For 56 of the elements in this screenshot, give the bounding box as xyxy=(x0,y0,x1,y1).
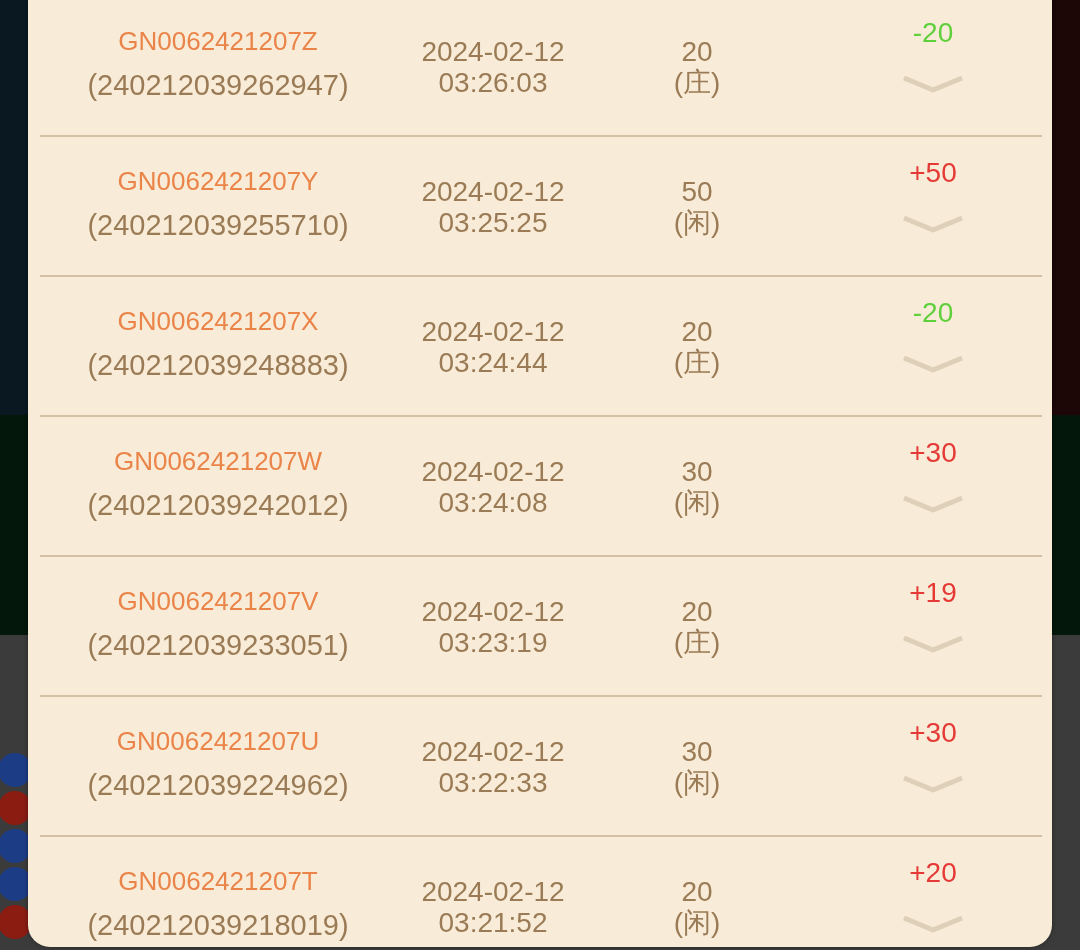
serial-number: (240212039242012) xyxy=(87,488,349,522)
bet-date: 2024-02-12 xyxy=(421,176,565,207)
order-number: GN0062421207Z xyxy=(118,25,318,58)
order-number: GN0062421207W xyxy=(113,445,323,478)
bet-amount: 30 xyxy=(681,456,713,487)
bet-date: 2024-02-12 xyxy=(421,36,565,67)
bet-side: (闲) xyxy=(673,487,721,518)
bet-time: 03:25:25 xyxy=(438,207,548,238)
serial-number: (240212039262947) xyxy=(87,68,349,102)
result-amount: +50 xyxy=(909,157,957,189)
bet-time: 03:22:33 xyxy=(438,767,548,798)
bet-side: (闲) xyxy=(673,207,721,238)
bet-date: 2024-02-12 xyxy=(421,736,565,767)
serial-number: (240212039248883) xyxy=(87,348,349,382)
chevron-down-icon[interactable] xyxy=(902,213,964,235)
chevron-down-icon[interactable] xyxy=(902,353,964,375)
bet-time: 03:24:08 xyxy=(438,487,548,518)
result-amount: +30 xyxy=(909,437,957,469)
result-amount: -20 xyxy=(912,297,954,329)
result-amount: +30 xyxy=(909,717,957,749)
bet-amount: 20 xyxy=(681,876,713,907)
serial-number: (240212039255710) xyxy=(87,208,349,242)
chevron-down-icon[interactable] xyxy=(902,493,964,515)
bet-amount: 20 xyxy=(681,596,713,627)
chevron-down-icon[interactable] xyxy=(902,773,964,795)
bet-amount: 20 xyxy=(681,316,713,347)
chevron-down-icon[interactable] xyxy=(902,633,964,655)
serial-number: (240212039233051) xyxy=(87,628,349,662)
order-number: GN0062421207X xyxy=(117,305,319,338)
bet-amount: 20 xyxy=(681,36,713,67)
bet-side: (庄) xyxy=(673,627,721,658)
bet-side: (闲) xyxy=(673,767,721,798)
bet-amount: 30 xyxy=(681,736,713,767)
bet-side: (闲) xyxy=(673,907,721,938)
bet-amount: 50 xyxy=(681,176,713,207)
chevron-down-icon[interactable] xyxy=(902,913,964,935)
bet-side: (庄) xyxy=(673,67,721,98)
bet-date: 2024-02-12 xyxy=(421,316,565,347)
bet-time: 03:24:44 xyxy=(438,347,548,378)
result-amount: -20 xyxy=(912,17,954,49)
bet-date: 2024-02-12 xyxy=(421,456,565,487)
result-amount: +19 xyxy=(909,577,957,609)
bet-date: 2024-02-12 xyxy=(421,876,565,907)
bet-time: 03:26:03 xyxy=(438,67,548,98)
bet-side: (庄) xyxy=(673,347,721,378)
order-number: GN0062421207U xyxy=(116,725,320,758)
order-number: GN0062421207T xyxy=(118,865,318,898)
order-number: GN0062421207Y xyxy=(117,165,319,198)
chevron-down-icon[interactable] xyxy=(902,73,964,95)
bet-time: 03:21:52 xyxy=(438,907,548,938)
serial-number: (240212039218019) xyxy=(87,908,349,942)
bet-time: 03:23:19 xyxy=(438,627,548,658)
order-number: GN0062421207V xyxy=(117,585,319,618)
serial-number: (240212039224962) xyxy=(87,768,349,802)
result-amount: +20 xyxy=(909,857,957,889)
bet-date: 2024-02-12 xyxy=(421,596,565,627)
